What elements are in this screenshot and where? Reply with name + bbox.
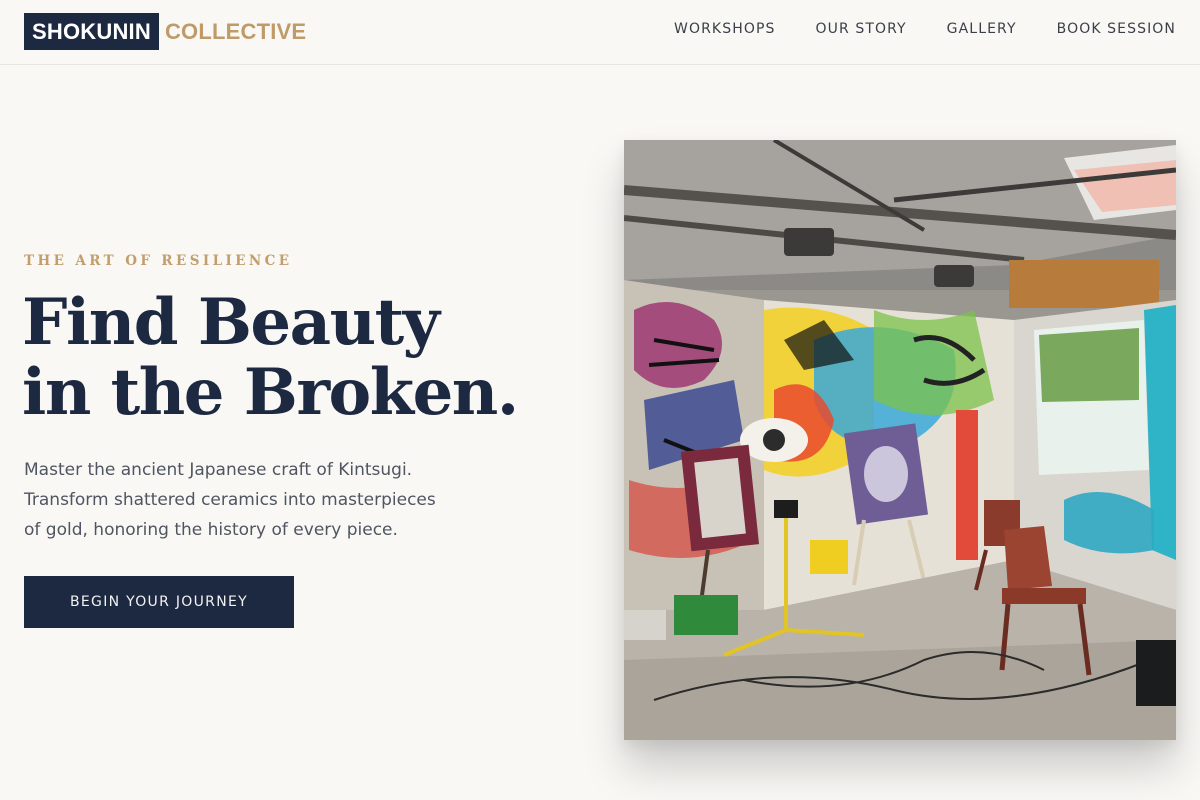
studio-photo-illustration [624,140,1176,740]
hero-headline: Find Beauty in the Broken. [22,288,582,428]
hero-description-line-1: Master the ancient Japanese craft of Kin… [24,460,413,480]
hero-description-line-3: of gold, honoring the history of every p… [24,520,398,540]
hero-description: Master the ancient Japanese craft of Kin… [24,455,494,545]
brand-name-primary: SHOKUNIN [24,13,159,50]
begin-journey-button[interactable]: BEGIN YOUR JOURNEY [24,576,294,628]
nav-link-our-story[interactable]: OUR STORY [815,21,906,37]
hero-headline-line-2: in the Broken. [22,355,519,430]
brand-logo[interactable]: SHOKUNIN COLLECTIVE [24,13,306,50]
site-header: SHOKUNIN COLLECTIVE WORKSHOPS OUR STORY … [0,0,1200,65]
main-nav: WORKSHOPS OUR STORY GALLERY BOOK SESSION [674,21,1176,37]
nav-link-book-session[interactable]: BOOK SESSION [1057,21,1176,37]
hero-headline-line-1: Find Beauty [22,285,440,360]
hero-description-line-2: Transform shattered ceramics into master… [24,490,436,510]
nav-link-gallery[interactable]: GALLERY [947,21,1017,37]
hero-image [624,140,1176,740]
brand-name-secondary: COLLECTIVE [164,18,307,44]
hero-eyebrow: THE ART OF RESILIENCE [24,253,293,269]
nav-link-workshops[interactable]: WORKSHOPS [674,21,775,37]
